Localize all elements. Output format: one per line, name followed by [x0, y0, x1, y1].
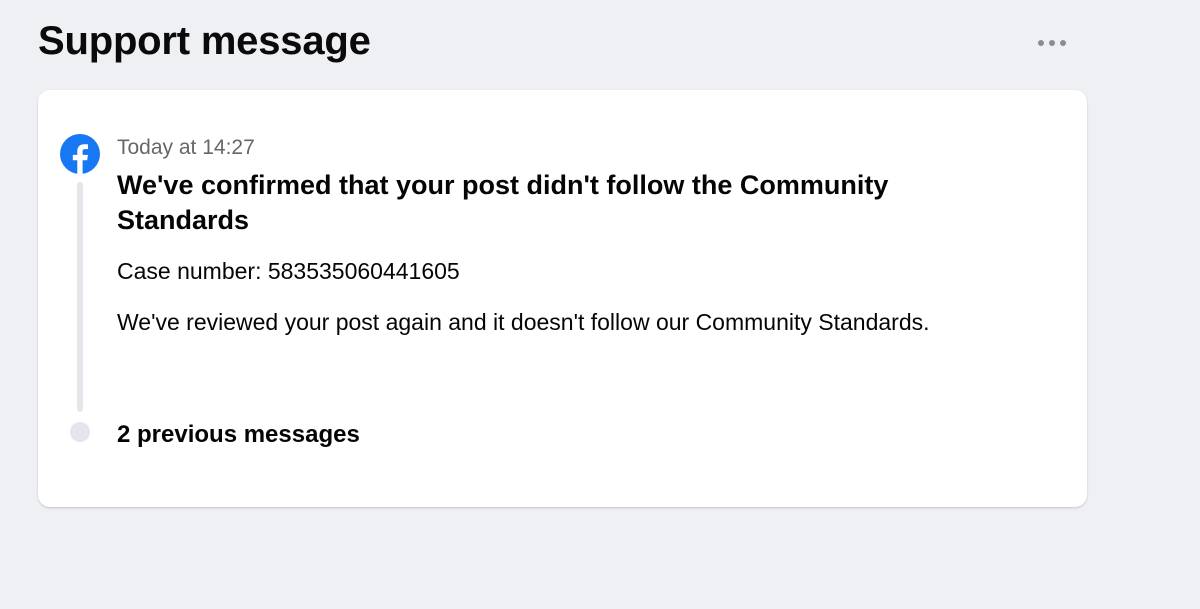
more-horizontal-icon	[1060, 40, 1066, 46]
case-number: Case number: 583535060441605	[117, 258, 460, 284]
facebook-logo-icon	[60, 134, 100, 174]
support-message-card: Today at 14:27 We've confirmed that your…	[38, 90, 1087, 507]
page-title: Support message	[38, 19, 371, 63]
more-horizontal-icon	[1049, 40, 1055, 46]
timeline-line	[77, 182, 83, 412]
previous-messages-link[interactable]: 2 previous messages	[117, 420, 360, 450]
message-body: We've reviewed your post again and it do…	[117, 309, 930, 335]
more-horizontal-icon	[1038, 40, 1044, 46]
timeline-dot	[70, 422, 90, 442]
more-options-button[interactable]	[1030, 30, 1074, 56]
message-timestamp: Today at 14:27	[117, 136, 255, 159]
message-title: We've confirmed that your post didn't fo…	[117, 170, 889, 235]
